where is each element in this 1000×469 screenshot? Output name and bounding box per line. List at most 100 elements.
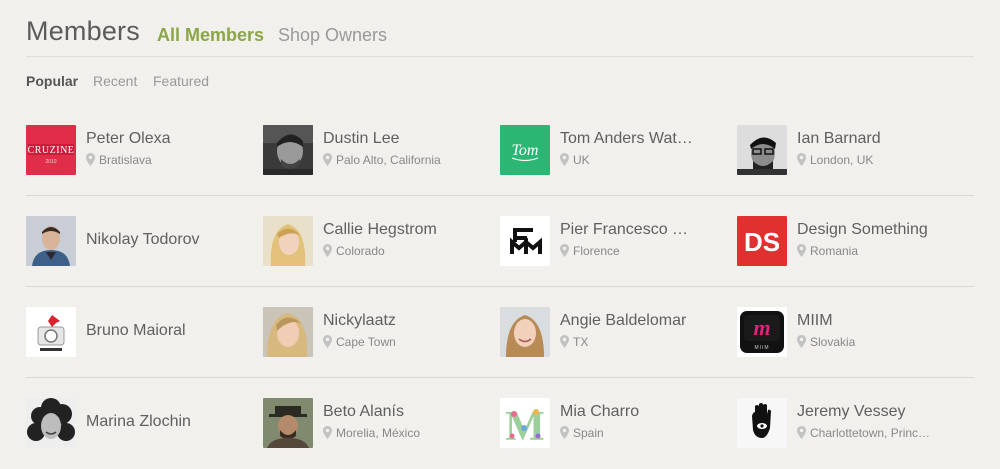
member-card[interactable]: Marina Zlochin <box>26 378 256 469</box>
member-location-text: Florence <box>573 244 620 258</box>
member-location: Palo Alto, California <box>323 153 493 167</box>
filter-featured[interactable]: Featured <box>153 73 209 89</box>
member-avatar[interactable] <box>500 216 550 266</box>
member-name[interactable]: Ian Barnard <box>797 130 967 148</box>
location-pin-icon <box>560 335 569 348</box>
member-card[interactable]: Tom Tom Anders Wat… UK <box>500 105 730 196</box>
member-name[interactable]: Pier Francesco … <box>560 221 730 239</box>
member-avatar[interactable] <box>263 216 313 266</box>
member-avatar[interactable]: m MIIM <box>737 307 787 357</box>
member-avatar[interactable] <box>263 398 313 448</box>
member-card[interactable]: Jeremy Vessey Charlottetown, Princ… <box>737 378 967 469</box>
member-card[interactable]: M Mia Charro Spain <box>500 378 730 469</box>
member-location-text: Cape Town <box>336 335 396 349</box>
location-pin-icon <box>323 335 332 348</box>
member-card[interactable]: DS Design Something Romania <box>737 196 967 287</box>
member-avatar[interactable] <box>26 307 76 357</box>
member-card[interactable]: CRUZINE 2010 Peter Olexa Bratislava <box>26 105 256 196</box>
member-card[interactable]: Pier Francesco … Florence <box>500 196 730 287</box>
member-location-text: Spain <box>573 426 604 440</box>
member-name[interactable]: MIIM <box>797 312 967 330</box>
member-location-text: TX <box>573 335 589 349</box>
member-location-text: Romania <box>810 244 859 258</box>
member-location-text: Bratislava <box>99 153 152 167</box>
member-avatar[interactable]: M <box>500 398 550 448</box>
location-pin-icon <box>86 153 95 166</box>
member-name[interactable]: Callie Hegstrom <box>323 221 493 239</box>
member-card[interactable]: Nickylaatz Cape Town <box>263 287 493 378</box>
member-card[interactable]: Dustin Lee Palo Alto, California <box>263 105 493 196</box>
member-name[interactable]: Design Something <box>797 221 967 239</box>
member-card[interactable]: Ian Barnard London, UK <box>737 105 967 196</box>
member-name[interactable]: Bruno Maioral <box>86 322 256 340</box>
member-row: CRUZINE 2010 Peter Olexa Bratislava Dustin… <box>26 105 974 196</box>
member-avatar[interactable] <box>737 398 787 448</box>
member-row: Nikolay Todorov Callie Hegstrom Colorado … <box>26 196 974 287</box>
member-name[interactable]: Marina Zlochin <box>86 413 256 431</box>
member-avatar[interactable] <box>26 216 76 266</box>
member-location: Romania <box>797 244 967 258</box>
filter-popular[interactable]: Popular <box>26 73 78 89</box>
svg-text:MIIM: MIIM <box>754 345 769 351</box>
member-card[interactable]: m MIIM MIIM Slovakia <box>737 287 967 378</box>
member-name[interactable]: Angie Baldelomar <box>560 312 730 330</box>
svg-text:m: m <box>753 315 770 340</box>
member-location: Cape Town <box>323 335 493 349</box>
member-avatar[interactable]: Tom <box>500 125 550 175</box>
location-pin-icon <box>797 426 806 439</box>
member-location: London, UK <box>797 153 967 167</box>
member-avatar[interactable] <box>263 307 313 357</box>
location-pin-icon <box>797 244 806 257</box>
member-avatar[interactable] <box>26 398 76 448</box>
location-pin-icon <box>797 335 806 348</box>
member-location-text: Colorado <box>336 244 385 258</box>
member-avatar[interactable]: CRUZINE 2010 <box>26 125 76 175</box>
member-name[interactable]: Beto Alanís <box>323 403 493 421</box>
member-card[interactable]: Angie Baldelomar TX <box>500 287 730 378</box>
member-row: Bruno Maioral Nickylaatz Cape Town Angie … <box>26 287 974 378</box>
member-row: Marina Zlochin Beto Alanís Morelia, Méxic… <box>26 378 974 469</box>
tab-all-members[interactable]: All Members <box>157 25 264 46</box>
member-name[interactable]: Nikolay Todorov <box>86 231 256 249</box>
member-name[interactable]: Nickylaatz <box>323 312 493 330</box>
member-location: Slovakia <box>797 335 967 349</box>
member-card[interactable]: Bruno Maioral <box>26 287 256 378</box>
member-card[interactable]: Nikolay Todorov <box>26 196 256 287</box>
member-name[interactable]: Dustin Lee <box>323 130 493 148</box>
member-location: UK <box>560 153 730 167</box>
member-location-text: Morelia, México <box>336 426 421 440</box>
member-name[interactable]: Tom Anders Wat… <box>560 130 730 148</box>
location-pin-icon <box>323 426 332 439</box>
member-avatar[interactable] <box>737 125 787 175</box>
member-name[interactable]: Jeremy Vessey <box>797 403 967 421</box>
location-pin-icon <box>323 153 332 166</box>
svg-text:Tom: Tom <box>512 142 539 159</box>
members-header: Members All Members Shop Owners <box>26 14 974 57</box>
location-pin-icon <box>560 153 569 166</box>
member-name[interactable]: Peter Olexa <box>86 130 256 148</box>
page-title: Members <box>26 16 140 46</box>
member-location-text: London, UK <box>810 153 874 167</box>
member-location: Colorado <box>323 244 493 258</box>
member-location: TX <box>560 335 730 349</box>
member-avatar[interactable] <box>500 307 550 357</box>
member-location-text: Charlottetown, Princ… <box>810 426 931 440</box>
member-avatar[interactable] <box>263 125 313 175</box>
filter-recent[interactable]: Recent <box>93 73 137 89</box>
member-name[interactable]: Mia Charro <box>560 403 730 421</box>
svg-text:2010: 2010 <box>45 159 56 165</box>
location-pin-icon <box>797 153 806 166</box>
member-location: Florence <box>560 244 730 258</box>
location-pin-icon <box>560 244 569 257</box>
svg-text:DS: DS <box>744 227 780 257</box>
member-card[interactable]: Callie Hegstrom Colorado <box>263 196 493 287</box>
member-card[interactable]: Beto Alanís Morelia, México <box>263 378 493 469</box>
tab-shop-owners[interactable]: Shop Owners <box>278 25 387 46</box>
member-location-text: Palo Alto, California <box>336 153 441 167</box>
member-location-text: Slovakia <box>810 335 856 349</box>
member-location: Spain <box>560 426 730 440</box>
member-location-text: UK <box>573 153 590 167</box>
member-avatar[interactable]: DS <box>737 216 787 266</box>
member-location: Bratislava <box>86 153 256 167</box>
member-location: Charlottetown, Princ… <box>797 426 967 440</box>
